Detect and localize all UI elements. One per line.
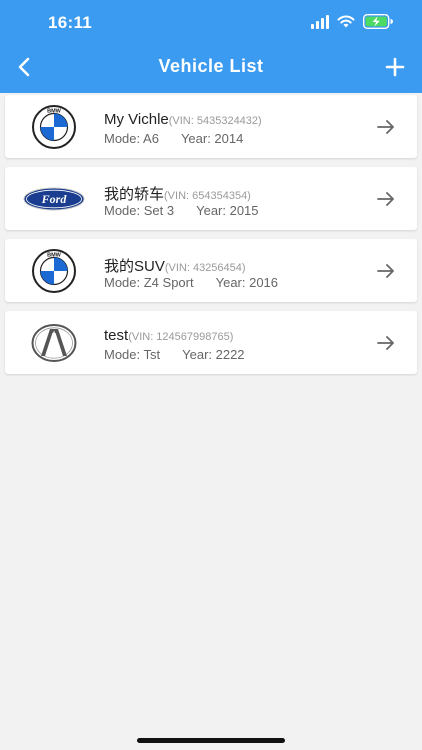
vehicle-name: My Vichle (104, 111, 169, 128)
header: 16:11 Vehicle List (0, 0, 422, 93)
vehicle-vin: (VIN: 43256454) (164, 262, 246, 274)
vehicle-name: test (104, 327, 129, 344)
ford-logo: Ford (23, 177, 85, 220)
vehicle-mode: Mode: Tst (104, 347, 161, 362)
ford-logo-text: Ford (41, 192, 68, 206)
status-time: 16:11 (48, 13, 93, 32)
vehicle-year: Year: 2222 (182, 347, 245, 362)
vehicle-card[interactable]: test(VIN: 124567998765) Mode: Tst Year: 2… (5, 311, 417, 374)
battery-charging-icon (363, 14, 393, 29)
arrow-right-icon[interactable] (376, 189, 396, 209)
vehicle-vin: (VIN: 124567998765) (128, 331, 234, 343)
vehicle-name: 我的SUV (104, 258, 165, 275)
arrow-right-icon[interactable] (376, 117, 396, 137)
vehicle-vin: (VIN: 5435324432) (168, 115, 262, 127)
vehicle-card[interactable]: BMW 我的SUV(VIN: 43256454) Mode: Z4 Sport Y… (5, 239, 417, 302)
cellular-signal-icon (311, 15, 329, 29)
acura-logo (23, 321, 85, 364)
status-bar: 16:11 (0, 0, 422, 44)
vehicle-list: BMW My Vichle(VIN: 5435324432) Mode: A6 Y… (5, 95, 417, 383)
add-vehicle-plus-icon[interactable] (384, 56, 406, 78)
vehicle-card[interactable]: Ford 我的轿车(VIN: 654354354) Mode: Set 3 Yea… (5, 167, 417, 230)
bmw-logo: BMW (23, 104, 85, 149)
bmw-logo-text: BMW (47, 252, 62, 258)
wifi-icon (337, 15, 355, 28)
home-indicator[interactable] (137, 738, 285, 743)
vehicle-mode: Mode: Z4 Sport (104, 275, 194, 290)
nav-bar: Vehicle List (0, 44, 422, 93)
vehicle-name: 我的轿车 (104, 186, 165, 203)
vehicle-year: Year: 2014 (180, 131, 244, 146)
vehicle-vin: (VIN: 654354354) (164, 190, 251, 202)
vehicle-mode: Mode: A6 (104, 131, 159, 146)
vehicle-year: Year: 2015 (196, 203, 259, 218)
arrow-right-icon[interactable] (376, 333, 396, 353)
vehicle-card[interactable]: BMW My Vichle(VIN: 5435324432) Mode: A6 Y… (5, 95, 417, 158)
arrow-right-icon[interactable] (376, 261, 396, 281)
bmw-logo: BMW (23, 248, 85, 293)
vehicle-mode: Mode: Set 3 (104, 203, 175, 218)
page-title: Vehicle List (158, 56, 264, 76)
vehicle-year: Year: 2016 (215, 275, 279, 290)
bmw-logo-text: BMW (47, 108, 62, 114)
